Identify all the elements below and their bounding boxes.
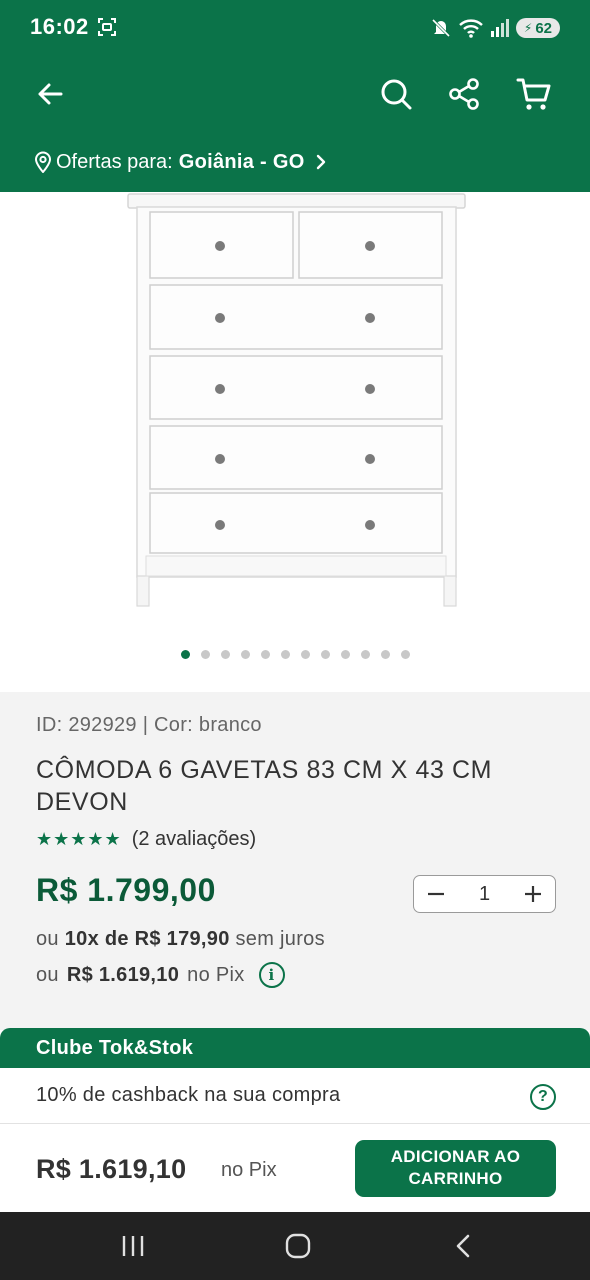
quantity-stepper: 1 xyxy=(413,875,556,913)
installments-info: ou 10x de R$ 179,90 sem juros xyxy=(36,928,325,951)
buy-bar-pix-label: no Pix xyxy=(221,1159,277,1181)
carousel-dot[interactable] xyxy=(180,650,190,659)
decrease-quantity-button[interactable] xyxy=(424,882,448,906)
quantity-value[interactable]: 1 xyxy=(479,883,490,906)
carousel-dot[interactable] xyxy=(280,650,290,659)
rating-stars-icon: ★★★★★ xyxy=(36,829,122,849)
product-price: R$ 1.799,00 xyxy=(36,872,216,908)
add-to-cart-label-line2: CARRINHO xyxy=(408,1169,503,1188)
location-city: Goiânia - GO xyxy=(178,150,305,173)
system-back-button[interactable] xyxy=(443,1230,483,1262)
add-to-cart-label-line1: ADICIONAR AO xyxy=(390,1147,521,1166)
app-bar xyxy=(0,56,590,132)
installments-prefix: ou xyxy=(36,928,59,950)
buy-bar-price: R$ 1.619,10 xyxy=(36,1154,187,1184)
pix-prefix: ou xyxy=(36,963,59,986)
wifi-icon xyxy=(459,19,483,38)
carousel-dot[interactable] xyxy=(400,650,410,659)
home-button[interactable] xyxy=(278,1230,318,1262)
search-button[interactable] xyxy=(376,74,416,114)
carousel-dot[interactable] xyxy=(200,650,210,659)
search-icon xyxy=(381,79,412,110)
chevron-right-icon xyxy=(316,154,325,170)
increase-quantity-button[interactable] xyxy=(521,882,545,906)
carousel-dot[interactable] xyxy=(360,650,370,659)
product-id-color: ID: 292929 | Cor: branco xyxy=(36,714,262,736)
product-title: CÔMODA 6 GAVETAS 83 CM X 43 CM DEVON xyxy=(36,756,493,816)
buy-bar: R$ 1.619,10 no Pix ADICIONAR AO CARRINHO xyxy=(0,1124,590,1212)
cart-icon xyxy=(516,78,551,110)
signal-icon xyxy=(490,19,509,37)
back-button[interactable] xyxy=(30,74,70,114)
location-selector[interactable]: Ofertas para: Goiânia - GO xyxy=(0,132,590,192)
product-rating[interactable]: ★★★★★ (2 avaliações) xyxy=(36,828,256,851)
status-time: 16:02 xyxy=(30,14,89,39)
carousel-dot[interactable] xyxy=(340,650,350,659)
status-bar: 16:02 ⚡ 62 xyxy=(0,0,590,56)
installments-suffix: sem juros xyxy=(235,928,325,950)
installments-value: 10x de R$ 179,90 xyxy=(64,928,230,950)
carousel-dot[interactable] xyxy=(380,650,390,659)
back-arrow-icon xyxy=(38,83,63,105)
carousel-dot[interactable] xyxy=(300,650,310,659)
battery-level: 62 xyxy=(535,19,552,37)
chevron-left-icon xyxy=(456,1234,470,1258)
location-pin-icon xyxy=(34,151,52,173)
carousel-dot[interactable] xyxy=(260,650,270,659)
pix-price-info: ou R$ 1.619,10 no Pix i xyxy=(36,962,285,988)
add-to-cart-button[interactable]: ADICIONAR AO CARRINHO xyxy=(355,1140,556,1197)
help-icon[interactable]: ? xyxy=(530,1084,556,1110)
mute-icon xyxy=(431,18,450,38)
system-navigation-bar xyxy=(0,1212,590,1280)
carousel-dot[interactable] xyxy=(220,650,230,659)
share-button[interactable] xyxy=(444,74,484,114)
image-carousel-indicator[interactable] xyxy=(0,650,590,664)
cashback-banner[interactable]: 10% de cashback na sua compra ? xyxy=(0,1068,590,1124)
cart-button[interactable] xyxy=(514,74,554,114)
product-info: ID: 292929 | Cor: branco CÔMODA 6 GAVETA… xyxy=(0,692,590,1030)
pix-suffix: no Pix xyxy=(187,963,245,986)
location-prefix: Ofertas para: xyxy=(56,150,173,173)
product-image[interactable] xyxy=(0,192,590,692)
dresser-illustration xyxy=(127,193,466,607)
club-banner-title: Clube Tok&Stok xyxy=(0,1028,590,1068)
home-icon xyxy=(285,1233,311,1259)
plus-icon xyxy=(525,886,541,902)
battery-icon: ⚡ 62 xyxy=(515,18,560,38)
info-icon[interactable]: i xyxy=(258,962,285,988)
screen-record-icon xyxy=(98,18,116,36)
recent-apps-button[interactable] xyxy=(113,1230,153,1262)
pix-value: R$ 1.619,10 xyxy=(66,963,180,986)
share-icon xyxy=(449,78,479,110)
review-count: (2 avaliações) xyxy=(131,828,257,850)
cashback-text: 10% de cashback na sua compra xyxy=(36,1084,341,1106)
carousel-dot[interactable] xyxy=(320,650,330,659)
minus-icon xyxy=(428,892,444,896)
carousel-dot[interactable] xyxy=(240,650,250,659)
recent-apps-icon xyxy=(122,1236,144,1256)
status-icons: ⚡ 62 xyxy=(430,14,560,42)
